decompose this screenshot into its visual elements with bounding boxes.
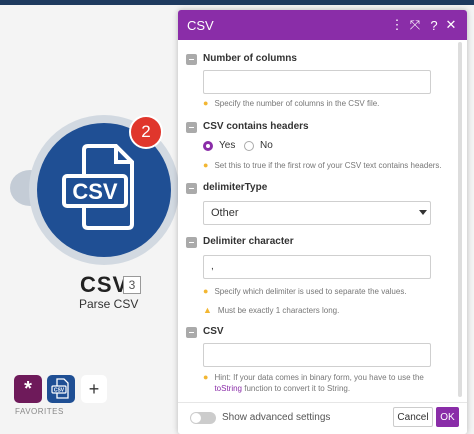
radio-yes-label[interactable]: Yes (219, 140, 235, 151)
add-favorite-button[interactable]: + (81, 375, 107, 403)
lightbulb-icon: ● (203, 98, 209, 108)
dialog-header: CSV (178, 10, 467, 40)
number-of-columns-input[interactable] (203, 70, 431, 94)
favorite-asterisk-app[interactable]: * (14, 375, 42, 403)
module-name: CSV (80, 272, 129, 297)
more-vertical-icon[interactable]: ⋮ (389, 16, 405, 34)
collapse-icon[interactable] (186, 237, 197, 248)
chevron-down-icon[interactable] (419, 210, 427, 215)
operation-count-badge: 2 (129, 115, 163, 149)
cancel-button[interactable]: Cancel (393, 407, 433, 427)
radio-no-label[interactable]: No (260, 140, 273, 151)
advanced-settings-label[interactable]: Show advanced settings (222, 412, 330, 423)
delimiter-character-input[interactable]: , (203, 255, 431, 279)
warning-icon: ▲ (203, 305, 212, 315)
close-icon[interactable]: ✕ (443, 16, 459, 34)
radio-no[interactable] (244, 141, 254, 151)
radio-yes[interactable] (203, 141, 213, 151)
dialog-scrollbar[interactable] (458, 42, 462, 397)
csv-icon-text: CSV (72, 179, 118, 204)
lightbulb-icon: ● (203, 372, 209, 382)
delimiter-type-label: delimiterType (203, 182, 268, 193)
module-subtitle: Parse CSV (79, 297, 139, 311)
delimiter-character-label: Delimiter character (203, 236, 294, 247)
csv-file-icon: CSV (62, 144, 134, 230)
ok-button[interactable]: OK (436, 407, 459, 427)
collapse-icon[interactable] (186, 183, 197, 194)
csv-app-icon: CSV (51, 378, 69, 399)
delimiter-character-hint: ● Specify which delimiter is used to sep… (203, 286, 407, 296)
collapse-icon[interactable] (186, 327, 197, 338)
csv-app-icon-text: CSV (54, 388, 65, 394)
number-of-columns-hint: ● Specify the number of columns in the C… (203, 98, 380, 108)
top-bar (0, 0, 474, 5)
dialog-footer: Show advanced settings Cancel OK (178, 402, 467, 434)
favorites-label: FAVORITES (15, 407, 64, 416)
contains-headers-label: CSV contains headers (203, 121, 309, 132)
lightbulb-icon: ● (203, 160, 209, 170)
asterisk-app-icon: * (24, 377, 32, 400)
delimiter-character-warning: ▲ Must be exactly 1 characters long. (203, 305, 340, 315)
favorite-csv-app[interactable]: CSV (47, 375, 75, 403)
advanced-settings-toggle[interactable] (190, 412, 216, 424)
module-number: 3 (123, 276, 141, 294)
dialog-title: CSV (187, 17, 214, 33)
number-of-columns-label: Number of columns (203, 53, 297, 64)
csv-settings-dialog: CSV ⋮ ⤧ ? ✕ Number of columns ● Specify … (178, 10, 467, 434)
collapse-icon[interactable] (186, 122, 197, 133)
delimiter-type-select[interactable]: Other (203, 201, 431, 225)
csv-input[interactable] (203, 343, 431, 367)
csv-field-label: CSV (203, 326, 224, 337)
expand-icon[interactable]: ⤧ (407, 16, 423, 34)
contains-headers-hint: ● Set this to true if the first row of y… (203, 160, 442, 170)
tostring-function-link[interactable]: toString (214, 384, 242, 393)
csv-hint: ● Hint: If your data comes in binary for… (203, 372, 424, 393)
help-icon[interactable]: ? (426, 16, 442, 34)
lightbulb-icon: ● (203, 286, 209, 296)
collapse-icon[interactable] (186, 54, 197, 65)
